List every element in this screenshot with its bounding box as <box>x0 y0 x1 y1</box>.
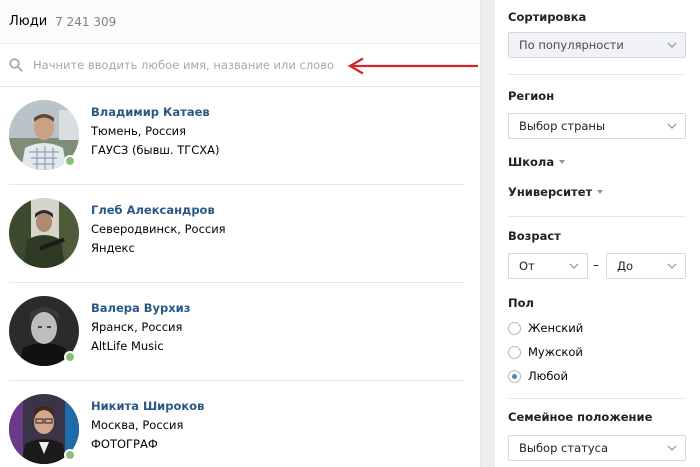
search-input[interactable]: Начните вводить любое имя, название или … <box>33 58 334 72</box>
radio-label: Мужской <box>528 345 583 359</box>
person-info: Глеб Александров Северодвинск, Россия Ян… <box>91 203 226 260</box>
person-location: Северодвинск, Россия <box>91 222 226 236</box>
family-status-select[interactable]: Выбор статуса <box>508 435 686 461</box>
person-info: Валера Вурхиз Яранск, Россия AltLife Mus… <box>91 301 190 358</box>
school-label: Школа <box>508 155 555 169</box>
person-name-link[interactable]: Валера Вурхиз <box>91 301 190 315</box>
caret-down-icon <box>559 160 566 164</box>
chevron-down-icon <box>667 42 677 48</box>
person-name-link[interactable]: Никита Широков <box>91 399 204 413</box>
list-item[interactable]: Владимир Катаев Тюмень, Россия ГАУСЗ (бы… <box>9 87 464 185</box>
person-info: Владимир Катаев Тюмень, Россия ГАУСЗ (бы… <box>91 105 220 162</box>
chevron-down-icon <box>667 123 677 129</box>
chevron-down-icon <box>569 263 579 269</box>
radio-circle-selected[interactable] <box>508 369 521 383</box>
radio-circle[interactable] <box>508 321 521 335</box>
online-indicator <box>64 155 76 167</box>
list-item[interactable]: Никита Широков Москва, Россия ФОТОГРАФ <box>9 381 464 467</box>
person-location: Москва, Россия <box>91 418 184 432</box>
person-extra: ГАУСЗ (бывш. ТГСХА) <box>91 143 220 157</box>
red-arrow-annotation <box>347 57 478 75</box>
person-location: Яранск, Россия <box>91 320 183 334</box>
chevron-down-icon <box>667 445 677 451</box>
person-location: Тюмень, Россия <box>91 124 187 138</box>
avatar[interactable] <box>9 198 79 268</box>
age-label: Возраст <box>508 229 561 243</box>
online-indicator <box>64 449 76 461</box>
university-label: Университет <box>508 185 593 199</box>
school-toggle[interactable]: Школа <box>508 155 566 169</box>
radio-label: Женский <box>528 321 584 335</box>
divider <box>508 216 686 217</box>
family-status-value: Выбор статуса <box>519 441 608 455</box>
page-title: Люди <box>9 14 48 29</box>
person-info: Никита Широков Москва, Россия ФОТОГРАФ <box>91 399 204 456</box>
region-label: Регион <box>508 89 555 103</box>
radio-label: Любой <box>528 369 568 383</box>
page-header: Люди 7 241 309 <box>0 0 480 44</box>
people-list: Владимир Катаев Тюмень, Россия ГАУСЗ (бы… <box>0 87 480 467</box>
person-extra: Яндекс <box>91 241 135 255</box>
radio-circle[interactable] <box>508 345 521 359</box>
radio-male[interactable]: Мужской <box>508 345 583 359</box>
people-list-panel: Люди 7 241 309 Начните вводить любое имя… <box>0 0 481 467</box>
sort-select[interactable]: По популярности <box>508 32 686 58</box>
people-count: 7 241 309 <box>55 14 117 29</box>
filters-panel: Сортировка По популярности Регион Выбор … <box>495 0 700 467</box>
sort-select-value: По популярности <box>519 38 624 52</box>
age-from-select[interactable]: От <box>508 253 588 279</box>
divider <box>508 398 686 399</box>
list-item[interactable]: Валера Вурхиз Яранск, Россия AltLife Mus… <box>9 283 464 381</box>
family-status-label: Семейное положение <box>508 410 653 424</box>
university-toggle[interactable]: Университет <box>508 185 604 199</box>
person-extra: ФОТОГРАФ <box>91 437 158 451</box>
caret-down-icon <box>597 190 604 194</box>
search-icon <box>9 58 23 72</box>
radio-female[interactable]: Женский <box>508 321 583 335</box>
age-separator: – <box>593 258 599 272</box>
age-to-select[interactable]: До <box>606 253 686 279</box>
country-select-value: Выбор страны <box>519 119 606 133</box>
country-select[interactable]: Выбор страны <box>508 113 686 139</box>
person-extra: AltLife Music <box>91 339 164 353</box>
online-indicator <box>64 351 76 363</box>
radio-any[interactable]: Любой <box>508 369 568 383</box>
person-name-link[interactable]: Глеб Александров <box>91 203 226 217</box>
gender-label: Пол <box>508 296 534 310</box>
chevron-down-icon <box>667 263 677 269</box>
sort-label: Сортировка <box>508 10 587 24</box>
age-from-value: От <box>519 259 535 273</box>
search-bar[interactable]: Начните вводить любое имя, название или … <box>0 44 480 87</box>
age-to-value: До <box>617 259 634 273</box>
person-name-link[interactable]: Владимир Катаев <box>91 105 220 119</box>
divider <box>508 74 686 75</box>
list-item[interactable]: Глеб Александров Северодвинск, Россия Ян… <box>9 185 464 283</box>
